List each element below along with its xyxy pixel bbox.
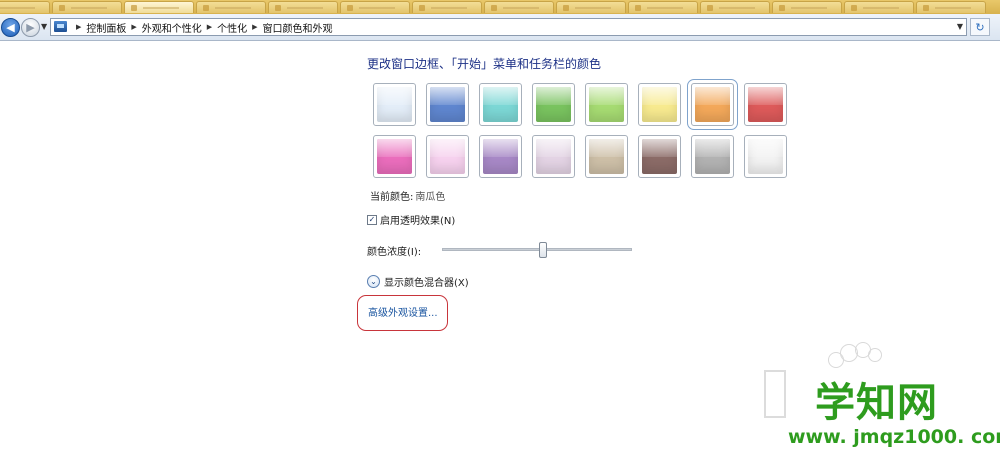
color-swatch-fill <box>430 87 465 122</box>
breadcrumb-personalization[interactable]: 个性化 <box>217 20 247 35</box>
intensity-slider-thumb[interactable] <box>538 242 547 258</box>
browser-tab-strip <box>0 0 1000 14</box>
color-swatch-fill <box>589 139 624 174</box>
color-swatch-fill <box>483 139 518 174</box>
color-swatch[interactable] <box>479 135 522 178</box>
color-swatch-fill <box>695 139 730 174</box>
control-panel-icon <box>54 21 67 32</box>
browser-tab[interactable] <box>844 1 914 13</box>
color-swatch[interactable] <box>426 83 469 126</box>
color-swatch[interactable] <box>373 83 416 126</box>
forward-arrow-icon[interactable]: ▶ <box>21 18 40 37</box>
color-swatch-fill <box>536 87 571 122</box>
color-swatch[interactable] <box>479 83 522 126</box>
browser-tab[interactable] <box>700 1 770 13</box>
color-swatch[interactable] <box>687 79 738 130</box>
browser-tab[interactable] <box>772 1 842 13</box>
color-swatch-fill <box>642 139 677 174</box>
color-swatch-fill <box>430 139 465 174</box>
color-swatch[interactable] <box>373 135 416 178</box>
color-swatch-fill <box>536 139 571 174</box>
color-swatch[interactable] <box>691 135 734 178</box>
color-swatch[interactable] <box>638 83 681 126</box>
watermark-frame <box>764 370 786 418</box>
color-swatch[interactable] <box>532 83 575 126</box>
transparency-label[interactable]: 启用透明效果(N) <box>380 212 455 227</box>
browser-tab[interactable] <box>340 1 410 13</box>
current-color-label: 当前颜色: <box>370 192 414 203</box>
browser-tab[interactable] <box>124 1 194 13</box>
breadcrumb-chevron-icon[interactable]: ▶ <box>76 23 81 31</box>
refresh-icon[interactable]: ↻ <box>970 18 990 36</box>
browser-tab[interactable] <box>52 1 122 13</box>
color-mixer-toggle[interactable]: ⌄ 显示颜色混合器(X) <box>367 274 469 289</box>
browser-tab[interactable] <box>0 1 50 13</box>
color-swatch-fill <box>589 87 624 122</box>
watermark-url: www. jmqz1000. com <box>788 426 1000 448</box>
back-arrow-icon[interactable]: ◀ <box>1 18 20 37</box>
color-swatch[interactable] <box>532 135 575 178</box>
browser-tab[interactable] <box>196 1 266 13</box>
color-swatch[interactable] <box>426 135 469 178</box>
color-mixer-label[interactable]: 显示颜色混合器(X) <box>384 274 469 289</box>
intensity-slider-track[interactable] <box>442 248 632 251</box>
color-swatch[interactable] <box>744 135 787 178</box>
current-color: 当前颜色: 南瓜色 <box>370 188 445 203</box>
color-swatch-fill <box>748 139 783 174</box>
recent-pages-chevron-icon[interactable]: ▼ <box>41 22 47 31</box>
page-title: 更改窗口边框、「开始」菜单和任务栏的颜色 <box>367 57 602 71</box>
intensity-label: 颜色浓度(I): <box>367 247 422 258</box>
transparency-option[interactable]: ✓ 启用透明效果(N) <box>367 212 455 227</box>
color-swatch-fill <box>483 87 518 122</box>
watermark-logo-text: 学知网 <box>815 380 938 426</box>
breadcrumb-control-panel[interactable]: 控制面板 <box>86 20 126 35</box>
breadcrumb-window-color[interactable]: 窗口颜色和外观 <box>263 20 333 35</box>
advanced-appearance-link[interactable]: 高级外观设置... <box>368 304 438 319</box>
color-swatch[interactable] <box>638 135 681 178</box>
address-toolbar: ◀ ▶ ▼ ▶ 控制面板 ▶ 外观和个性化 ▶ 个性化 ▶ 窗口颜色和外观 ▼ … <box>0 14 1000 41</box>
color-swatch[interactable] <box>585 83 628 126</box>
color-swatch[interactable] <box>744 83 787 126</box>
browser-tab[interactable] <box>484 1 554 13</box>
color-swatch-fill <box>695 87 730 122</box>
breadcrumb-chevron-icon[interactable]: ▶ <box>131 23 136 31</box>
color-swatch-fill <box>377 139 412 174</box>
breadcrumb-chevron-icon[interactable]: ▶ <box>207 23 212 31</box>
color-swatch-grid <box>373 79 793 178</box>
color-swatch-fill <box>377 87 412 122</box>
transparency-checkbox[interactable]: ✓ <box>367 214 377 225</box>
color-swatch-fill <box>748 87 783 122</box>
watermark-bubbles-icon <box>828 340 888 370</box>
breadcrumb: ▶ 控制面板 ▶ 外观和个性化 ▶ 个性化 ▶ 窗口颜色和外观 <box>71 20 333 35</box>
color-swatch-fill <box>642 87 677 122</box>
browser-tab[interactable] <box>628 1 698 13</box>
breadcrumb-appearance[interactable]: 外观和个性化 <box>142 20 202 35</box>
browser-tab[interactable] <box>916 1 986 13</box>
breadcrumb-chevron-icon[interactable]: ▶ <box>252 23 257 31</box>
browser-tab[interactable] <box>556 1 626 13</box>
color-swatch[interactable] <box>585 135 628 178</box>
address-dropdown-icon[interactable]: ▼ <box>957 22 963 31</box>
browser-tab[interactable] <box>412 1 482 13</box>
expand-chevron-icon[interactable]: ⌄ <box>367 275 380 288</box>
current-color-value: 南瓜色 <box>415 192 446 203</box>
browser-tab[interactable] <box>268 1 338 13</box>
address-field[interactable]: ▶ 控制面板 ▶ 外观和个性化 ▶ 个性化 ▶ 窗口颜色和外观 ▼ <box>50 18 967 36</box>
